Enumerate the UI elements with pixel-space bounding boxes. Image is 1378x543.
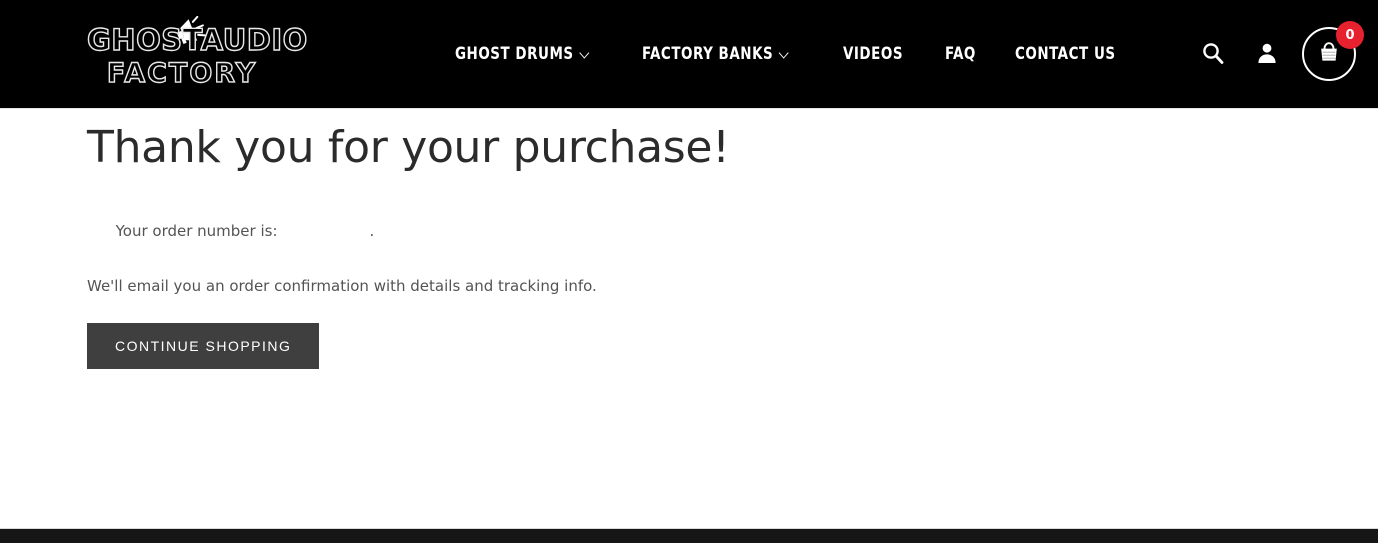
logo-text-line-2: FACTORY — [106, 58, 258, 89]
chevron-down-icon — [779, 48, 789, 59]
main-navigation: GHOST DRUMS FACTORY BANKS VIDEOS FAQ CON… — [440, 0, 1148, 108]
logo-text-line-1: GHOSTAUDIO — [86, 23, 308, 57]
nav-item-videos[interactable]: VIDEOS — [828, 44, 918, 64]
chevron-down-icon — [580, 48, 590, 59]
cart-button[interactable]: 0 — [1300, 21, 1364, 83]
nav-item-ghost-drums[interactable]: GHOST DRUMS — [440, 44, 604, 64]
user-icon — [1255, 41, 1279, 68]
nav-label-ghost-drums: GHOST DRUMS — [454, 44, 574, 64]
header-inner: GHOSTAUDIO FACTORY GHOST DRUMS FACTORY B… — [0, 0, 1378, 108]
nav-label-factory-banks: FACTORY BANKS — [641, 44, 774, 64]
header-actions: 0 — [1186, 0, 1364, 108]
nav-label-faq: FAQ — [945, 44, 977, 64]
order-number-line: Your order number is:. — [87, 174, 987, 265]
nav-label-videos: VIDEOS — [843, 44, 904, 64]
nav-item-faq[interactable]: FAQ — [930, 44, 991, 64]
nav-label-contact-us: CONTACT US — [1014, 44, 1116, 64]
email-confirmation-note: We'll email you an order confirmation wi… — [87, 276, 597, 295]
site-logo[interactable]: GHOSTAUDIO FACTORY — [86, 15, 308, 94]
order-confirmation-panel: Thank you for your purchase! Your order … — [87, 122, 987, 369]
site-header: GHOSTAUDIO FACTORY GHOST DRUMS FACTORY B… — [0, 0, 1378, 108]
cart-count-badge: 0 — [1336, 21, 1364, 49]
account-button[interactable] — [1240, 27, 1294, 81]
nav-item-factory-banks[interactable]: FACTORY BANKS — [627, 44, 804, 64]
order-number-suffix: . — [369, 222, 375, 241]
search-icon — [1200, 40, 1226, 69]
site-footer — [0, 528, 1378, 543]
order-number-label: Your order number is: — [115, 222, 278, 241]
shopping-bag-icon — [1317, 40, 1341, 69]
main-content: Thank you for your purchase! Your order … — [0, 108, 1378, 527]
page-title: Thank you for your purchase! — [87, 122, 730, 173]
nav-item-contact-us[interactable]: CONTACT US — [1000, 44, 1131, 64]
search-button[interactable] — [1186, 27, 1240, 81]
continue-shopping-button[interactable]: Continue shopping — [87, 322, 320, 369]
